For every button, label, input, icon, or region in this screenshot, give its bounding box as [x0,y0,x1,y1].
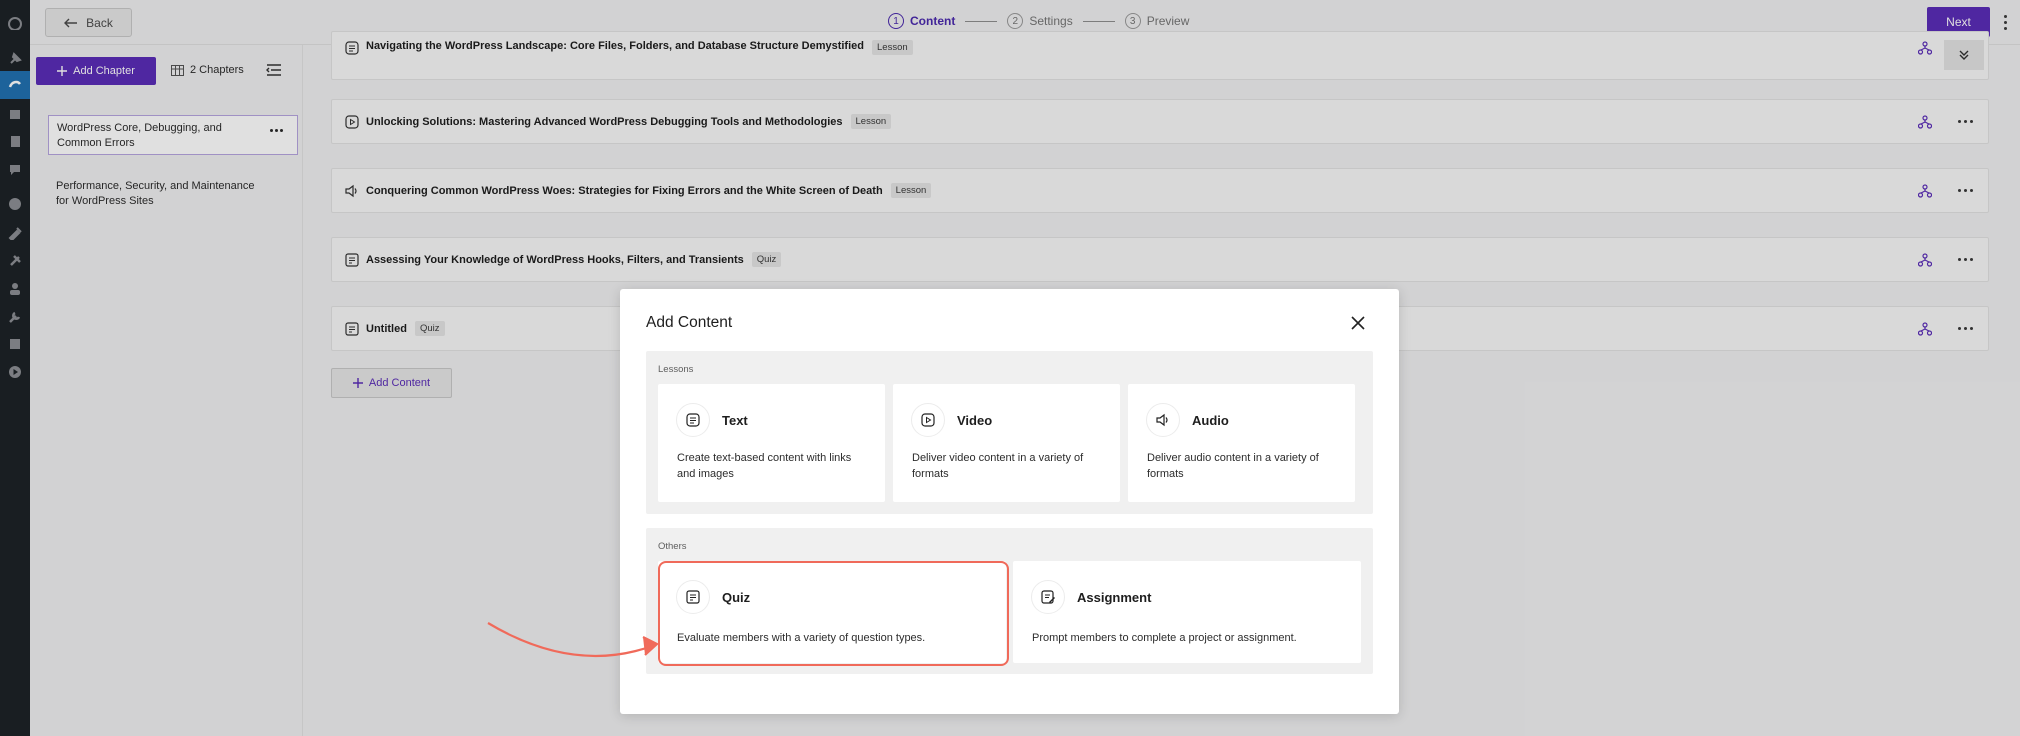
modal-title: Add Content [646,314,733,331]
quiz-highlight-outline [658,561,1009,666]
card-description: Create text-based content with links and… [677,452,852,480]
audio-lesson-icon [1146,403,1180,437]
video-lesson-icon [911,403,945,437]
card-title: Video [957,413,993,428]
audio-option-card[interactable]: Audio Deliver audio content in a variety… [1128,384,1355,502]
video-option-card[interactable]: Video Deliver video content in a variety… [893,384,1120,502]
text-option-card[interactable]: Text Create text-based content with link… [658,384,885,502]
section-label: Others [658,541,687,552]
section-label: Lessons [658,364,694,375]
card-title: Audio [1192,413,1229,428]
assignment-option-card[interactable]: Assignment Prompt members to complete a … [1013,561,1361,663]
card-description: Deliver audio content in a variety of fo… [1147,452,1319,480]
card-description: Deliver video content in a variety of fo… [912,452,1084,480]
assignment-icon [1031,580,1065,614]
text-lesson-icon [676,403,710,437]
card-title: Text [722,413,748,428]
close-icon[interactable] [1350,315,1366,331]
card-title: Assignment [1077,590,1152,605]
card-description: Prompt members to complete a project or … [1032,632,1297,644]
annotation-arrow-icon [487,622,659,658]
lessons-section: Lessons Text Create text-based content w… [646,351,1373,514]
